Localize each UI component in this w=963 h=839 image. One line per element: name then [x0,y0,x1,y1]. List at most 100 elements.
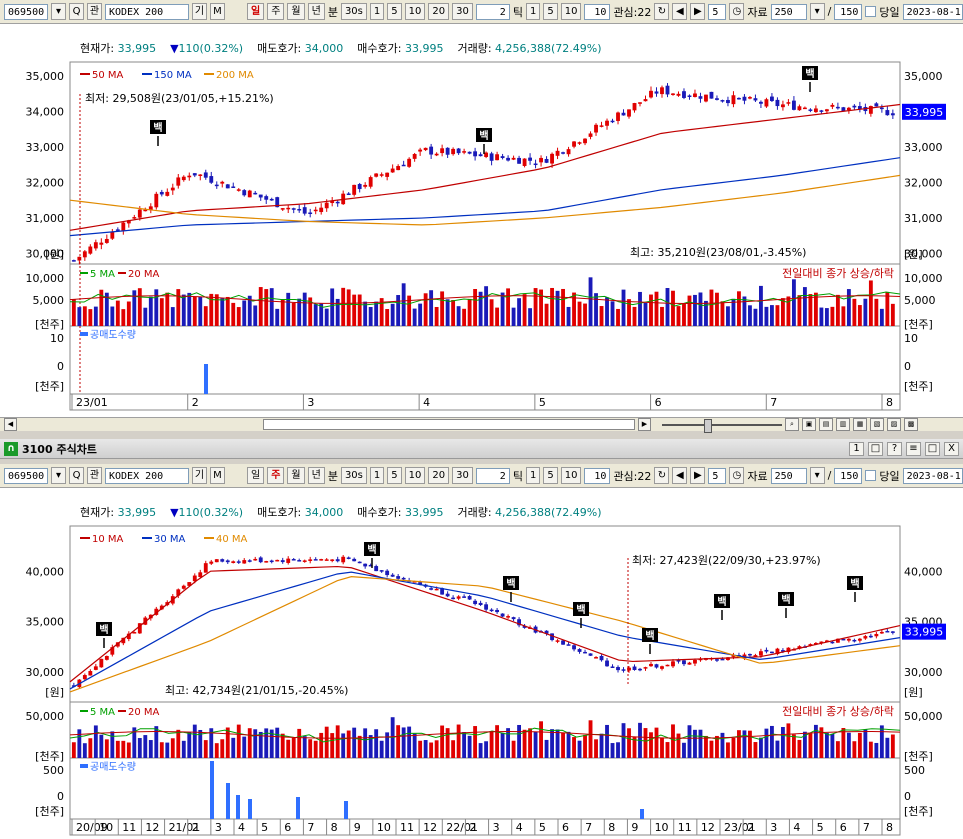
tick-5-button[interactable]: 5 [543,3,558,20]
vol-legend-label: 20 MA [128,707,160,718]
tool-icon-1[interactable]: ▣ [802,418,816,431]
name-btn-1[interactable]: 기 [192,3,207,20]
tool-icon-6[interactable]: ▨ [887,418,901,431]
refresh-icon[interactable]: ↻ [654,3,670,20]
x-axis-label: 7 [770,396,777,409]
candle-body [731,95,736,105]
period-month-button-2[interactable]: 월 [287,467,305,484]
search-button-2[interactable]: Q [69,467,84,484]
zoom-icon[interactable]: ⌕ [785,418,799,431]
x-axis-label: 6 [655,396,662,409]
tool-icon-4[interactable]: ▦ [853,418,867,431]
candle-body [220,181,225,184]
volume-bar [726,742,730,758]
minute-30-button-2[interactable]: 30 [452,467,473,484]
minute-20-button-2[interactable]: 20 [428,467,450,484]
spin-input-2[interactable]: 5 [708,467,727,484]
period-30s-button[interactable]: 30s [340,3,367,20]
code-dropdown-button-2[interactable]: ▾ [51,467,66,484]
refresh-icon-2[interactable]: ↻ [654,467,670,484]
data-total-input[interactable]: 150 [834,3,863,20]
volume-bar [275,727,280,758]
help-icon[interactable]: ? [887,441,902,456]
date-input-2[interactable]: 2023-08-1 [902,467,963,484]
title-btn-1[interactable]: 1 [849,441,864,456]
minute-10-button-2[interactable]: 10 [404,467,426,484]
bottom-chart-svg[interactable]: 40,000 40,00035,000 35,00030,000 30,000[원][… [0,488,963,839]
next-arrow-icon-2[interactable]: ▶ [690,467,706,484]
tick-custom-input-2[interactable]: 10 [584,467,611,484]
top-scrollbar[interactable]: ◀ ▶ ⌕ ▣ ▤ ▥ ▦ ▧ ▨ ▩ [0,417,963,433]
minute-10-button[interactable]: 10 [404,3,426,20]
minute-1-button-2[interactable]: 1 [369,467,385,484]
search-button[interactable]: Q [69,3,84,20]
tick-custom-input[interactable]: 10 [584,3,611,20]
next-arrow-icon[interactable]: ▶ [690,3,706,20]
period-year-button[interactable]: 년 [307,3,325,20]
tick-1-button[interactable]: 1 [525,3,541,20]
close-icon[interactable]: X [944,441,959,456]
code-input-2[interactable]: 069500 [4,467,48,484]
tick-10-button[interactable]: 10 [560,3,582,20]
period-week-button[interactable]: 주 [267,3,285,20]
tick-1-button-2[interactable]: 1 [525,467,541,484]
spin-input[interactable]: 5 [708,3,727,20]
tick-5-button-2[interactable]: 5 [543,467,558,484]
clock-icon-2[interactable]: ◷ [729,467,745,484]
period-month-button[interactable]: 월 [287,3,305,20]
minute-20-button[interactable]: 20 [428,3,450,20]
menu-icon[interactable]: ≡ [906,441,921,456]
data-count-dropdown-2[interactable]: ▾ [809,467,825,484]
today-checkbox[interactable] [865,6,877,17]
prev-arrow-icon[interactable]: ◀ [672,3,688,20]
name-tag-button[interactable]: 관 [87,3,102,20]
minute-30-button[interactable]: 30 [452,3,473,20]
name-btn-1-2[interactable]: 기 [192,467,207,484]
name-field[interactable]: KODEX 200 [105,3,189,20]
name-btn-2-2[interactable]: M [210,467,225,484]
minute-5-button-2[interactable]: 5 [387,467,402,484]
tool-icon-2[interactable]: ▤ [819,418,833,431]
clock-icon[interactable]: ◷ [729,3,745,20]
tool-icon-7[interactable]: ▩ [904,418,918,431]
period-day-button[interactable]: 일 [247,3,265,20]
tick-input[interactable]: 2 [475,3,510,20]
date-input[interactable]: 2023-08-1 [902,3,963,20]
candle-body [352,184,357,195]
tick-input-2[interactable]: 2 [475,467,510,484]
scroll-left-icon[interactable]: ◀ [4,418,17,431]
minute-1-button[interactable]: 1 [369,3,385,20]
period-30s-button-2[interactable]: 30s [340,467,367,484]
scroll-track[interactable] [263,419,635,430]
data-total-input-2[interactable]: 150 [834,467,863,484]
legend-label: 200 MA [216,70,254,81]
period-year-button-2[interactable]: 년 [307,467,325,484]
today-checkbox-2[interactable] [865,470,877,481]
code-dropdown-button[interactable]: ▾ [51,3,66,20]
maximize-icon[interactable]: □ [925,441,940,456]
period-day-button-2[interactable]: 일 [247,467,265,484]
tick-10-button-2[interactable]: 10 [560,467,582,484]
name-field-2[interactable]: KODEX 200 [105,467,189,484]
data-count-dropdown[interactable]: ▾ [809,3,825,20]
scroll-right-icon[interactable]: ▶ [638,418,651,431]
candle-body [594,657,598,659]
candle-body [214,184,219,187]
volume-bar [203,740,208,758]
name-tag-button-2[interactable]: 관 [87,467,102,484]
minute-5-button[interactable]: 5 [387,3,402,20]
period-week-button-2[interactable]: 주 [267,467,285,484]
name-btn-2[interactable]: M [210,3,225,20]
code-input[interactable]: 069500 [4,3,48,20]
top-chart-svg[interactable]: 35,00035,00034,00034,00033,00033,00032,0… [0,24,963,417]
data-count-select[interactable]: 250 [770,3,807,20]
zoom-slider[interactable] [662,418,782,433]
zoom-slider-thumb[interactable] [704,418,712,433]
tool-icon-3[interactable]: ▥ [836,418,850,431]
data-count-select-2[interactable]: 250 [770,467,807,484]
title-btn-restore[interactable]: □ [868,441,883,456]
candle-body [649,90,653,98]
tool-icon-5[interactable]: ▧ [870,418,884,431]
candle-body [181,176,186,181]
prev-arrow-icon-2[interactable]: ◀ [672,467,688,484]
